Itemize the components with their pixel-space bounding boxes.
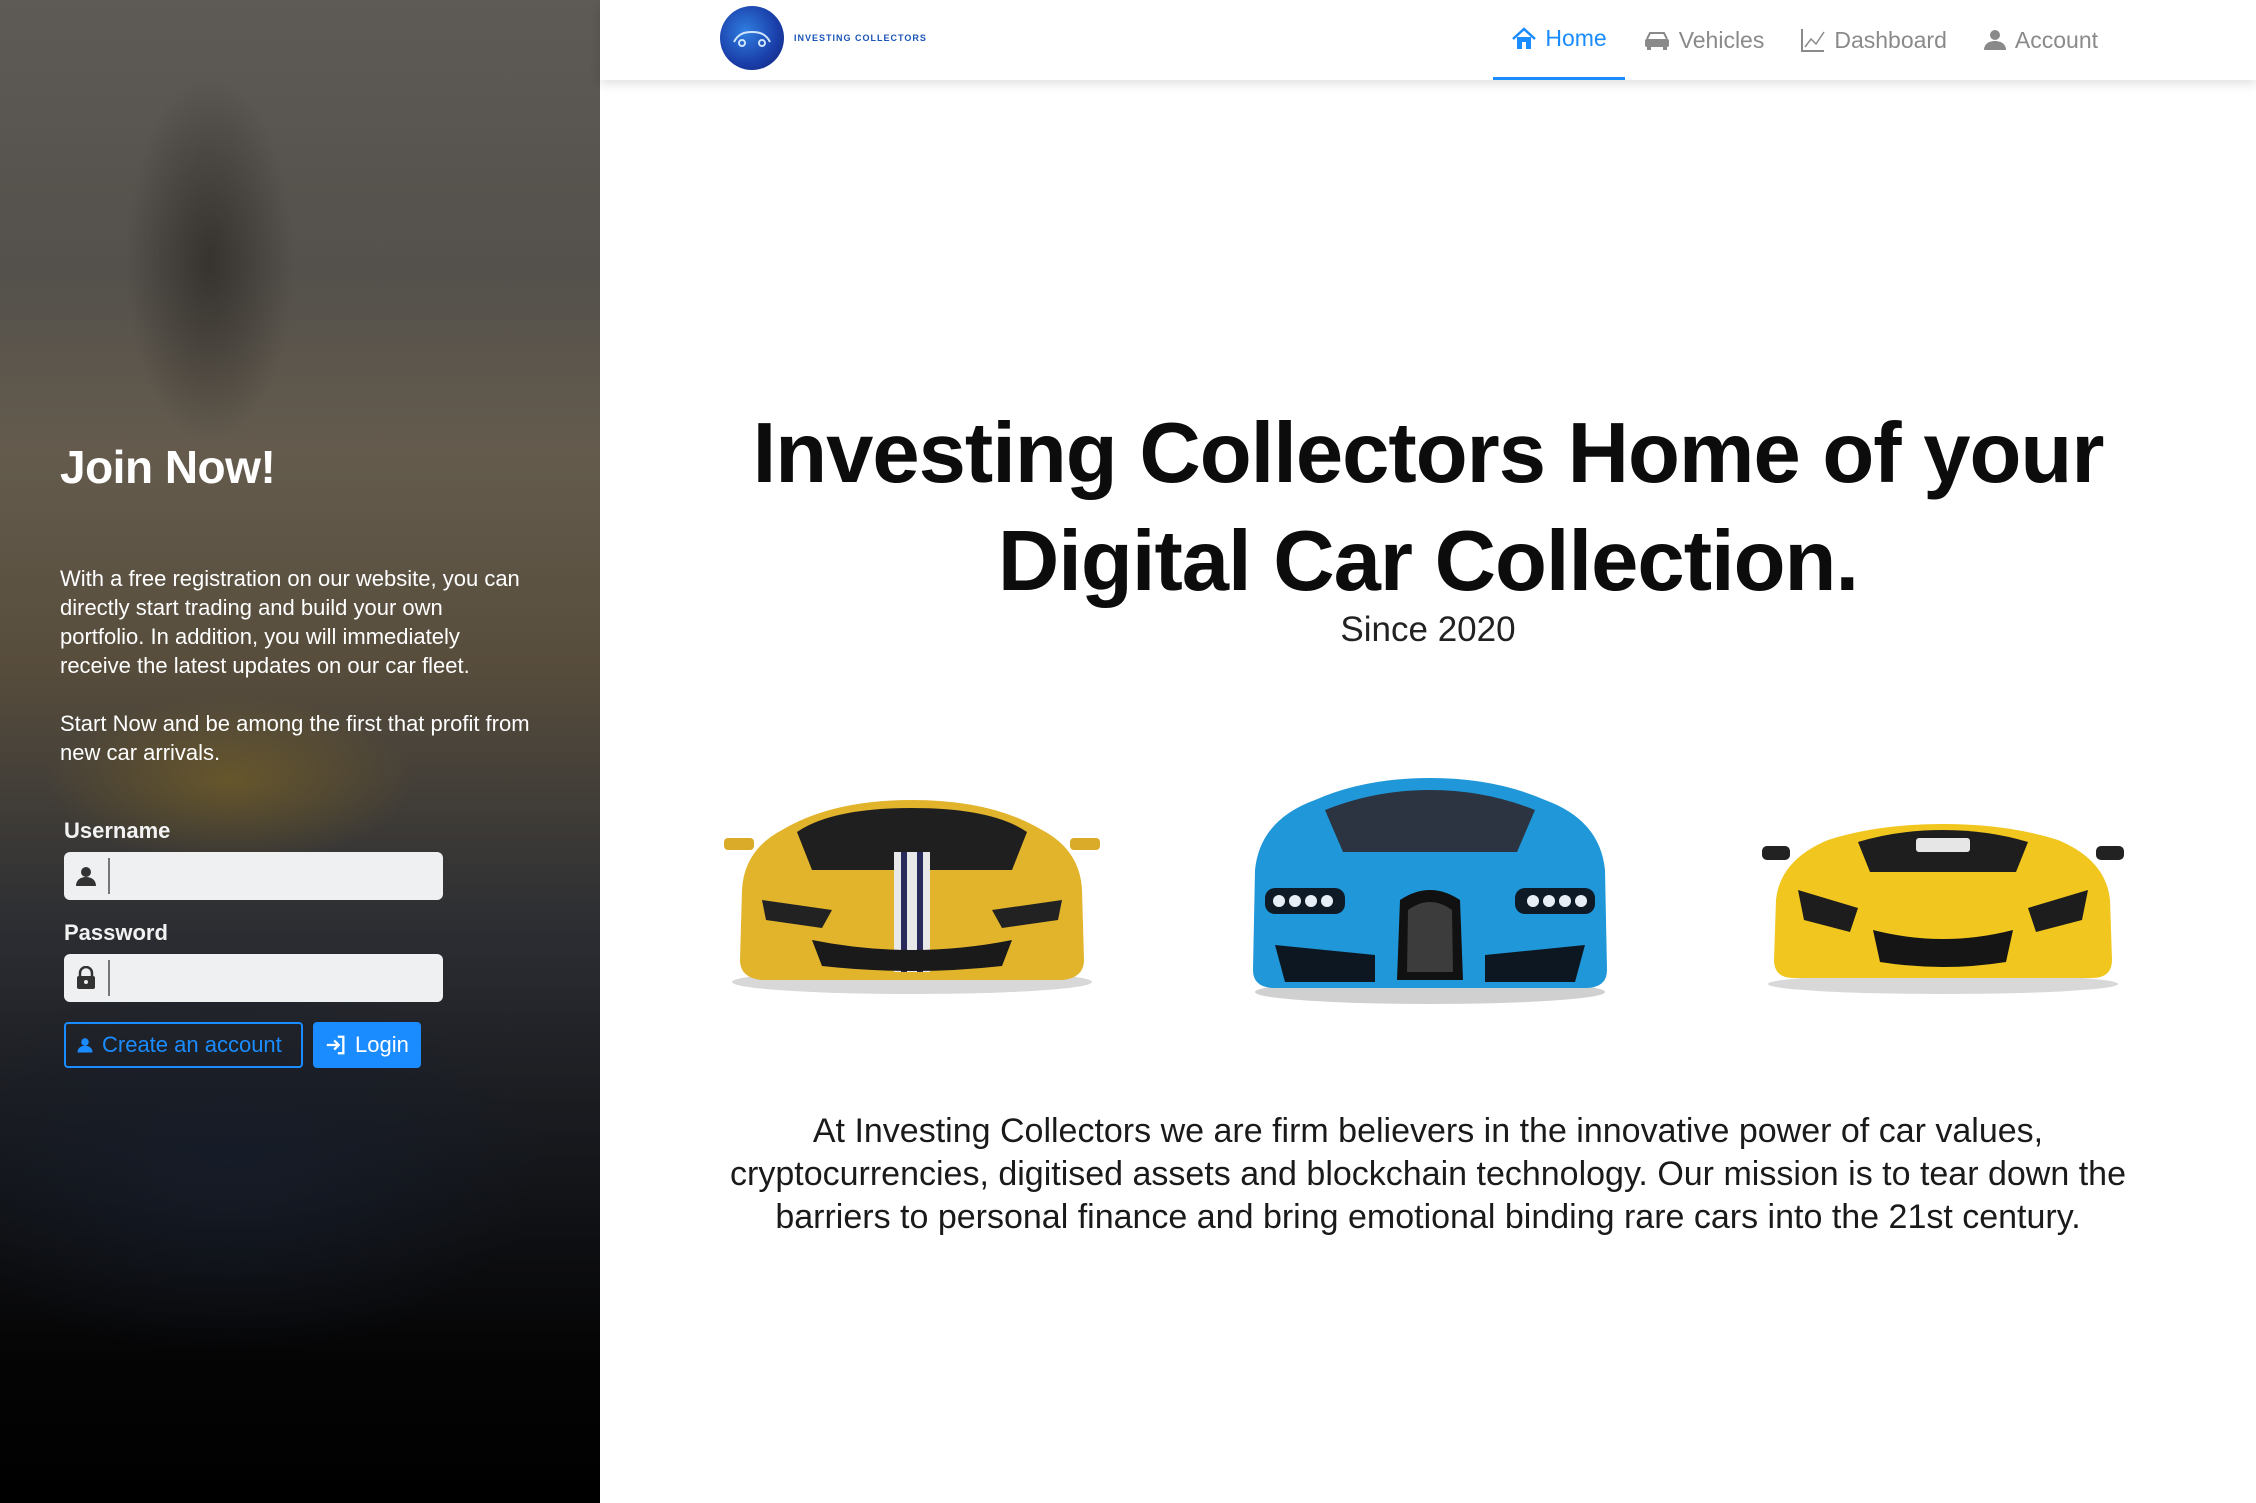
- nav-account[interactable]: Account: [1965, 0, 2116, 80]
- logo-emblem-icon: [720, 6, 784, 70]
- form-buttons: Create an account Login: [64, 1022, 444, 1068]
- blue-hypercar-image: [1253, 778, 1607, 1004]
- join-content: Join Now! With a free registration on ou…: [60, 440, 530, 796]
- main-nav: Home Vehicles Dashboard Account: [1493, 0, 2116, 80]
- car-icon: [1644, 32, 1669, 50]
- join-title: Join Now!: [60, 441, 276, 493]
- nav-vehicles[interactable]: Vehicles: [1625, 0, 1783, 80]
- hero-headline: Investing Collectors Home of your Digita…: [600, 400, 2256, 616]
- yellow-coupe-image: [1762, 824, 2124, 994]
- username-label: Username: [64, 818, 171, 843]
- nav-dashboard-label: Dashboard: [1834, 26, 1947, 53]
- nav-home[interactable]: Home: [1493, 0, 1625, 80]
- hero-headline-line1: Investing Collectors Home of your: [752, 406, 2105, 501]
- login-icon: [326, 1035, 345, 1055]
- nav-vehicles-label: Vehicles: [1678, 26, 1765, 53]
- login-form: Username Password Create an account Logi…: [64, 818, 444, 1068]
- password-group: [64, 954, 443, 1002]
- join-intro: With a free registration on our website,…: [60, 564, 530, 767]
- lock-icon: [64, 960, 110, 996]
- user-icon: [64, 858, 110, 894]
- join-sidebar: Join Now! With a free registration on ou…: [0, 0, 600, 1503]
- since-text: Since 2020: [1340, 610, 1516, 649]
- hero-headline-line2: Digital Car Collection.: [997, 514, 1859, 609]
- logo-text: INVESTING COLLECTORS: [794, 33, 927, 43]
- create-account-button[interactable]: Create an account: [64, 1022, 303, 1068]
- username-group: [64, 852, 443, 900]
- nav-account-label: Account: [2014, 26, 2098, 53]
- user-icon: [1983, 30, 2006, 50]
- create-account-label: Create an account: [102, 1032, 282, 1057]
- password-label: Password: [64, 920, 168, 945]
- join-paragraph: With a free registration on our website,…: [60, 566, 520, 678]
- user-plus-icon: [77, 1038, 93, 1053]
- yellow-sports-car-image: [724, 800, 1100, 994]
- password-input[interactable]: [110, 954, 443, 1002]
- chart-icon: [1801, 29, 1825, 52]
- join-paragraph: Start Now and be among the first that pr…: [60, 711, 530, 765]
- mission-statement: At Investing Collectors we are firm beli…: [730, 1112, 2126, 1236]
- login-button[interactable]: Login: [313, 1022, 421, 1068]
- login-label: Login: [355, 1032, 409, 1057]
- nav-home-label: Home: [1545, 25, 1607, 51]
- home-icon: [1512, 26, 1537, 49]
- nav-dashboard[interactable]: Dashboard: [1782, 0, 1965, 80]
- top-navbar: INVESTING COLLECTORS Home Vehicles Dashb…: [600, 0, 2256, 80]
- main-content: Investing Collectors Home of your Digita…: [600, 80, 2256, 1503]
- username-input[interactable]: [110, 852, 443, 900]
- site-logo[interactable]: INVESTING COLLECTORS: [720, 6, 927, 70]
